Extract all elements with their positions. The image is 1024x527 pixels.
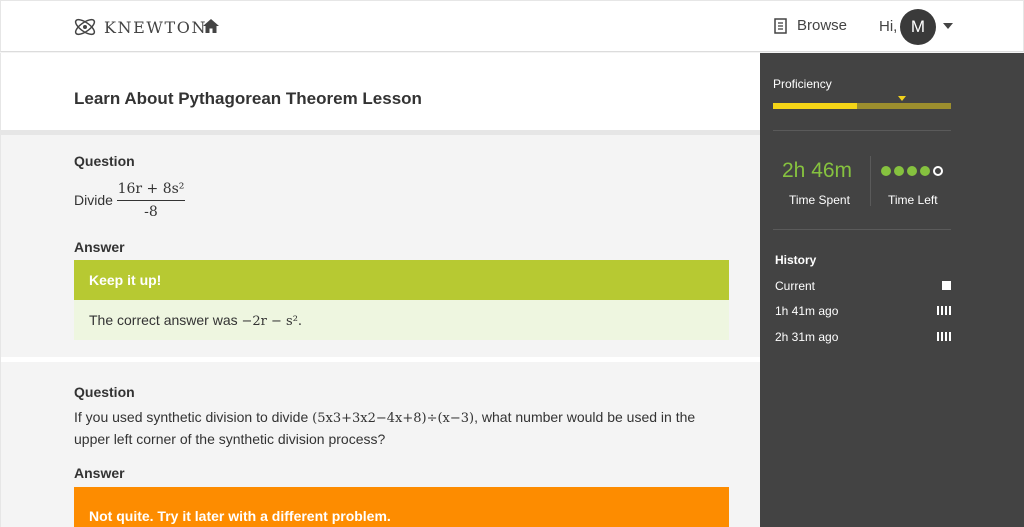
history-item[interactable]: 2h 31m ago — [775, 330, 951, 344]
user-avatar[interactable]: M — [900, 9, 936, 45]
greeting-text: Hi, — [879, 18, 898, 35]
question-prompt: If you used synthetic division to divide… — [74, 407, 734, 449]
history-item-label: 1h 41m ago — [775, 304, 839, 318]
fraction-bar — [117, 200, 185, 201]
fraction-denominator: -8 — [144, 204, 158, 220]
divider — [870, 156, 871, 206]
feedback-incorrect-header: Not quite. Try it later with a different… — [74, 487, 729, 527]
time-left-dot-empty — [933, 166, 943, 176]
knewton-logo[interactable]: KNEWTON — [72, 14, 207, 40]
home-icon[interactable] — [202, 18, 220, 34]
browse-icon — [774, 17, 787, 34]
lesson-title-bar: Learn About Pythagorean Theorem Lesson — [1, 53, 760, 130]
top-navigation-bar: KNEWTON Browse Hi, M — [0, 0, 1024, 52]
time-left-label: Time Left — [888, 193, 938, 207]
time-spent-label: Time Spent — [789, 193, 850, 207]
time-spent-value: 2h 46m — [782, 159, 853, 182]
feedback-text: The correct answer was — [89, 312, 242, 328]
prompt-text: If you used synthetic division to divide — [74, 409, 313, 425]
atom-logo-icon — [74, 18, 96, 36]
history-item-current[interactable]: Current — [775, 279, 951, 293]
answer-label: Answer — [74, 465, 125, 481]
proficiency-marker-icon — [898, 96, 906, 101]
question-label: Question — [74, 153, 135, 169]
time-left-dot-filled — [920, 166, 930, 176]
history-label: History — [775, 253, 817, 267]
time-left-dot-filled — [894, 166, 904, 176]
history-item[interactable]: 1h 41m ago — [775, 304, 951, 318]
lesson-title: Learn About Pythagorean Theorem Lesson — [74, 89, 422, 108]
question-fraction: 16r + 8s² -8 — [117, 179, 185, 221]
prompt-math: (5x3+3x2−4x+8)÷(x−3) — [312, 411, 475, 426]
divider — [773, 229, 951, 230]
fraction-numerator: 16r + 8s² — [117, 181, 185, 197]
question-prompt: Divide — [74, 192, 113, 208]
time-left-dots — [881, 166, 943, 176]
bars-icon — [937, 332, 951, 341]
divider — [1, 130, 760, 135]
proficiency-label: Proficiency — [773, 77, 832, 91]
proficiency-bar-fill — [773, 103, 857, 109]
question-divider — [1, 357, 760, 362]
question-label: Question — [74, 384, 135, 400]
answer-label: Answer — [74, 239, 125, 255]
history-item-label: 2h 31m ago — [775, 330, 839, 344]
bars-icon — [937, 306, 951, 315]
feedback-math: −2r − s². — [241, 314, 303, 329]
square-icon — [942, 281, 951, 290]
time-left-dot-filled — [881, 166, 891, 176]
history-item-label: Current — [775, 279, 816, 293]
logo-text: KNEWTON — [104, 17, 208, 37]
feedback-correct-header: Keep it up! — [74, 260, 729, 300]
divider — [773, 130, 951, 131]
browse-label: Browse — [797, 17, 848, 34]
time-left-dot-filled — [907, 166, 917, 176]
proficiency-bar — [773, 103, 951, 109]
lesson-main-panel: Learn About Pythagorean Theorem Lesson Q… — [0, 53, 760, 527]
user-menu-chevron-down-icon[interactable] — [943, 23, 953, 29]
browse-link[interactable]: Browse — [773, 17, 847, 34]
feedback-correct-body: The correct answer was −2r − s². — [74, 300, 729, 340]
progress-sidebar: Proficiency 2h 46m Time Spent Time Left … — [760, 53, 1024, 527]
